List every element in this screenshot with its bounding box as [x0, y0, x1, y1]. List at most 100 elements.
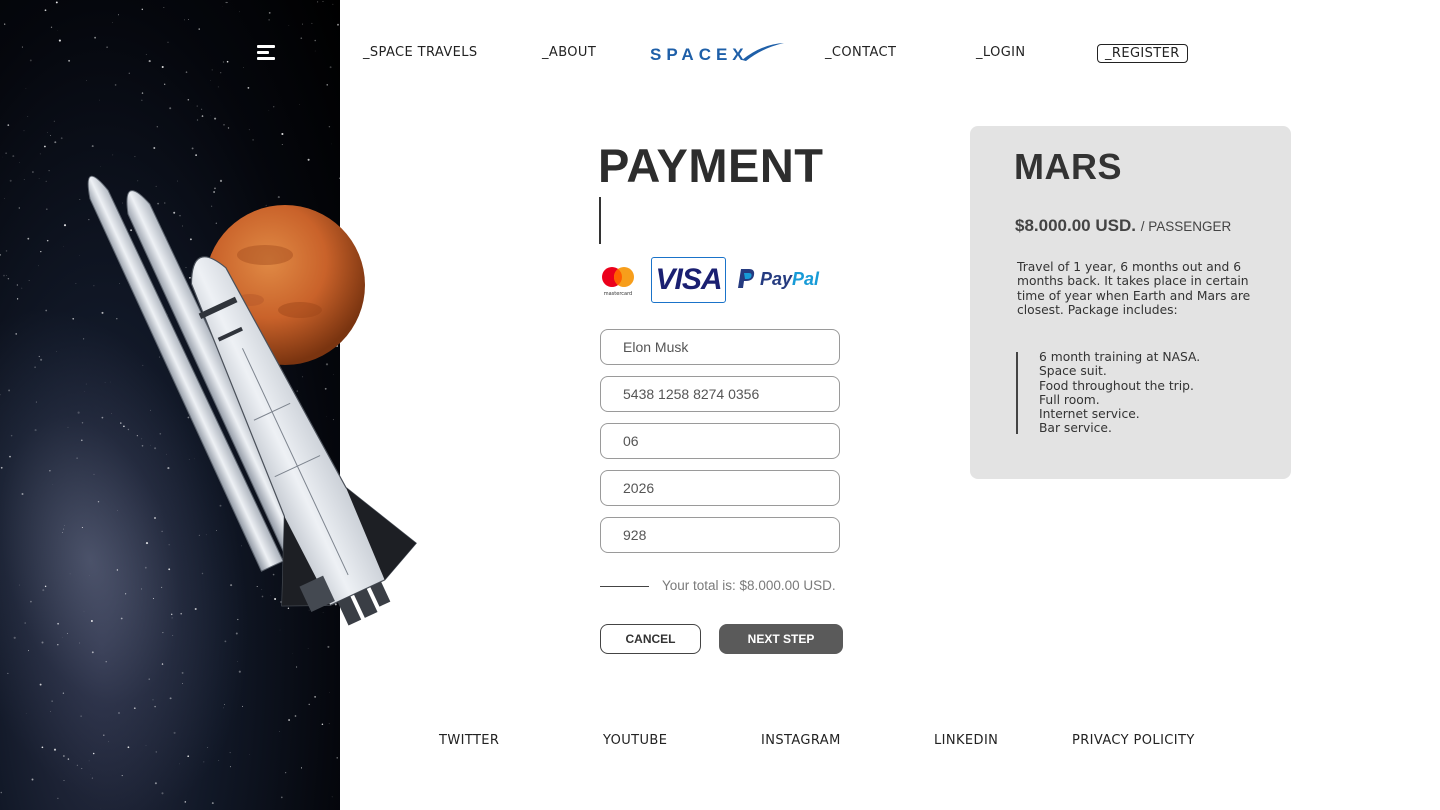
star — [49, 470, 51, 472]
star — [24, 622, 27, 624]
star — [264, 561, 266, 562]
nav-register-button[interactable]: _REGISTER — [1097, 44, 1188, 63]
star — [300, 767, 303, 769]
list-item: Full room. — [1039, 392, 1100, 407]
star — [31, 171, 34, 173]
star — [142, 364, 144, 366]
star — [281, 143, 283, 146]
star — [31, 778, 34, 781]
footer-twitter-link[interactable]: TWITTER — [439, 733, 499, 748]
star — [185, 267, 187, 268]
star — [93, 285, 95, 287]
star — [155, 185, 157, 187]
star — [268, 110, 270, 112]
star — [83, 338, 85, 340]
star — [273, 294, 275, 296]
star — [227, 127, 230, 129]
star — [330, 231, 331, 232]
hamburger-menu-icon[interactable] — [257, 45, 275, 61]
description-line: Travel of 1 year, 6 months out and 6 — [1017, 260, 1242, 274]
visa-option[interactable]: VISA — [651, 257, 726, 303]
star — [120, 422, 122, 424]
star — [13, 636, 16, 639]
star — [167, 41, 169, 43]
price-unit: / PASSENGER — [1140, 219, 1232, 234]
footer-privacy-link[interactable]: PRIVACY POLICITY — [1072, 733, 1195, 748]
star — [50, 711, 51, 713]
star — [268, 19, 270, 21]
star — [189, 238, 192, 241]
star — [164, 202, 166, 204]
star — [205, 534, 207, 536]
star — [239, 434, 240, 435]
nav-login[interactable]: _LOGIN — [976, 45, 1026, 60]
star — [198, 28, 200, 30]
expiry-month-field[interactable]: 06 — [600, 423, 840, 459]
footer-youtube-link[interactable]: YOUTUBE — [603, 733, 667, 748]
description-line: time of year when Earth and Mars are — [1017, 288, 1251, 303]
star — [119, 283, 120, 284]
star — [188, 459, 190, 460]
star — [252, 139, 254, 141]
star — [155, 751, 158, 753]
star — [299, 104, 300, 105]
star — [179, 341, 180, 342]
star — [243, 517, 245, 519]
star — [247, 248, 249, 250]
star — [108, 741, 110, 743]
star — [8, 389, 11, 392]
star — [154, 705, 156, 708]
star — [63, 528, 64, 530]
star — [292, 460, 294, 462]
star — [256, 278, 258, 280]
star — [266, 225, 269, 227]
next-step-button[interactable]: NEXT STEP — [719, 624, 843, 654]
nav-about[interactable]: _ABOUT — [542, 45, 596, 60]
star — [45, 180, 47, 182]
cancel-button[interactable]: CANCEL — [600, 624, 701, 654]
mastercard-icon[interactable]: mastercard — [600, 265, 636, 297]
star — [188, 19, 189, 20]
star — [5, 152, 7, 154]
star — [292, 653, 293, 654]
star — [148, 678, 150, 680]
star — [34, 429, 37, 432]
cvv-field[interactable]: 928 — [600, 517, 840, 553]
star — [6, 275, 8, 276]
star — [336, 757, 338, 759]
star — [27, 237, 30, 240]
star — [112, 22, 113, 23]
card-number-field[interactable]: 5438 1258 8274 0356 — [600, 376, 840, 412]
cardholder-name-field[interactable]: Elon Musk — [600, 329, 840, 365]
star — [97, 501, 100, 503]
nav-contact[interactable]: _CONTACT — [825, 45, 896, 60]
star — [307, 648, 309, 649]
star — [52, 484, 54, 485]
star — [16, 284, 18, 286]
star — [321, 266, 324, 268]
price-per-passenger: $8.000.00 USD. / PASSENGER — [1015, 216, 1231, 236]
star — [55, 1, 58, 4]
nav-space-travels[interactable]: _SPACE TRAVELS — [363, 45, 478, 60]
star — [222, 61, 225, 63]
star — [336, 344, 339, 348]
star — [263, 212, 265, 213]
star — [39, 683, 42, 686]
star — [328, 125, 331, 128]
footer-linkedin-link[interactable]: LINKEDIN — [934, 733, 998, 748]
star — [236, 465, 239, 467]
paypal-option[interactable]: PayPal — [737, 268, 819, 290]
spacex-logo[interactable]: SPACEX — [650, 40, 786, 66]
star — [317, 1, 319, 3]
footer-instagram-link[interactable]: INSTAGRAM — [761, 733, 841, 748]
star — [67, 758, 70, 760]
star — [38, 265, 39, 267]
star — [114, 84, 117, 86]
star — [281, 132, 284, 136]
star — [35, 401, 37, 403]
star — [57, 643, 59, 646]
expiry-year-field[interactable]: 2026 — [600, 470, 840, 506]
star — [81, 768, 83, 769]
star — [54, 141, 57, 144]
star — [79, 642, 80, 644]
